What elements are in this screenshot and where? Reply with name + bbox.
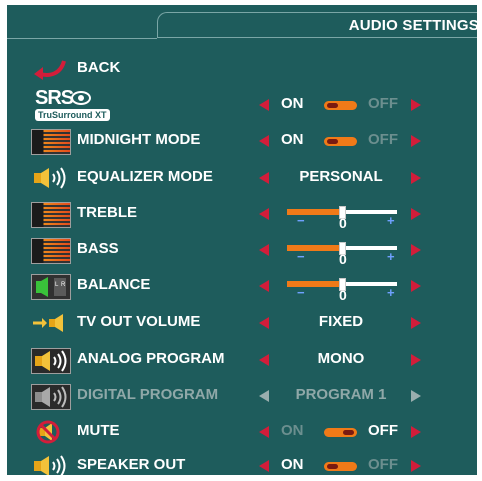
treble-slider[interactable]: − 0 + bbox=[287, 201, 402, 231]
srs-prev-arrow[interactable] bbox=[259, 99, 269, 111]
speaker-icon bbox=[34, 167, 66, 189]
balance-row[interactable]: L R BALANCE − 0 + bbox=[7, 271, 477, 303]
slider-fill bbox=[287, 245, 342, 251]
speaker-icon bbox=[31, 384, 71, 410]
digital-next-arrow bbox=[411, 390, 421, 402]
slider-fill bbox=[287, 209, 342, 215]
srs-next-arrow[interactable] bbox=[411, 99, 421, 111]
slider-plus: + bbox=[387, 249, 395, 264]
tv-out-volume-label: TV OUT VOLUME bbox=[77, 313, 201, 330]
mute-on[interactable]: ON bbox=[281, 422, 304, 439]
tv-out-next-arrow[interactable] bbox=[411, 317, 421, 329]
bass-prev-arrow[interactable] bbox=[259, 244, 269, 256]
mute-row[interactable]: MUTE ON OFF bbox=[7, 417, 477, 447]
bass-next-arrow[interactable] bbox=[411, 244, 421, 256]
mute-prev-arrow[interactable] bbox=[259, 426, 269, 438]
speaker-out-on[interactable]: ON bbox=[281, 456, 304, 473]
balance-next-arrow[interactable] bbox=[411, 280, 421, 292]
back-arrow-icon bbox=[34, 60, 66, 80]
equalizer-bars-icon bbox=[31, 202, 71, 228]
srs-off[interactable]: OFF bbox=[368, 95, 398, 112]
analog-program-row[interactable]: ANALOG PROGRAM MONO bbox=[7, 345, 477, 375]
page-title: AUDIO SETTINGS bbox=[348, 17, 477, 34]
equalizer-bars-icon bbox=[31, 238, 71, 264]
analog-program-value: MONO bbox=[317, 350, 365, 367]
speaker-out-row[interactable]: SPEAKER OUT ON OFF bbox=[7, 451, 477, 475]
back-label: BACK bbox=[77, 59, 121, 76]
speaker-out-label: SPEAKER OUT bbox=[77, 456, 186, 473]
slider-minus: − bbox=[297, 213, 305, 228]
midnight-mode-row[interactable]: MIDNIGHT MODE ON OFF bbox=[7, 126, 477, 156]
mute-speaker-icon bbox=[36, 420, 60, 444]
equalizer-next-arrow[interactable] bbox=[411, 172, 421, 184]
equalizer-bars-icon bbox=[31, 129, 71, 155]
treble-label: TREBLE bbox=[77, 204, 137, 221]
mute-label: MUTE bbox=[77, 422, 120, 439]
slider-minus: − bbox=[297, 285, 305, 300]
slider-fill bbox=[287, 281, 342, 287]
mute-off[interactable]: OFF bbox=[368, 422, 398, 439]
speaker-icon bbox=[31, 348, 71, 374]
analog-next-arrow[interactable] bbox=[411, 354, 421, 366]
srs-logo: SRS TruSurround XT bbox=[35, 87, 110, 125]
digital-program-value: PROGRAM 1 bbox=[295, 386, 387, 403]
speaker-out-next-arrow[interactable] bbox=[411, 460, 421, 472]
digital-prev-arrow bbox=[259, 390, 269, 402]
midnight-mode-label: MIDNIGHT MODE bbox=[77, 131, 201, 148]
midnight-prev-arrow[interactable] bbox=[259, 135, 269, 147]
header-tab: AUDIO SETTINGS bbox=[157, 12, 477, 38]
digital-program-row: DIGITAL PROGRAM PROGRAM 1 bbox=[7, 381, 477, 411]
balance-label: BALANCE bbox=[77, 276, 151, 293]
balance-slider[interactable]: − 0 + bbox=[287, 273, 402, 303]
speaker-out-toggle[interactable] bbox=[324, 462, 357, 471]
equalizer-prev-arrow[interactable] bbox=[259, 172, 269, 184]
midnight-on[interactable]: ON bbox=[281, 131, 304, 148]
mute-next-arrow[interactable] bbox=[411, 426, 421, 438]
tv-out-volume-row[interactable]: TV OUT VOLUME FIXED bbox=[7, 308, 477, 338]
bass-label: BASS bbox=[77, 240, 119, 257]
srs-on[interactable]: ON bbox=[281, 95, 304, 112]
digital-program-label: DIGITAL PROGRAM bbox=[77, 386, 219, 403]
header-divider bbox=[7, 38, 157, 39]
back-row[interactable]: BACK bbox=[7, 54, 477, 84]
slider-plus: + bbox=[387, 213, 395, 228]
balance-speakers-icon: L R bbox=[31, 274, 71, 300]
speaker-out-prev-arrow[interactable] bbox=[259, 460, 269, 472]
srs-badge: TruSurround XT bbox=[35, 109, 110, 121]
treble-prev-arrow[interactable] bbox=[259, 208, 269, 220]
srs-toggle[interactable] bbox=[324, 101, 357, 110]
equalizer-mode-row[interactable]: EQUALIZER MODE PERSONAL bbox=[7, 163, 477, 193]
equalizer-value: PERSONAL bbox=[299, 168, 383, 185]
analog-program-label: ANALOG PROGRAM bbox=[77, 350, 225, 367]
audio-settings-panel: AUDIO SETTINGS BACK SRS TruSurround XT O… bbox=[7, 5, 477, 475]
treble-row[interactable]: TREBLE − 0 + bbox=[7, 199, 477, 231]
slider-value: 0 bbox=[339, 287, 347, 303]
midnight-next-arrow[interactable] bbox=[411, 135, 421, 147]
speaker-icon bbox=[34, 455, 66, 475]
svg-text:R: R bbox=[61, 282, 66, 288]
midnight-toggle[interactable] bbox=[324, 137, 357, 146]
tv-out-speaker-icon bbox=[33, 314, 63, 332]
slider-minus: − bbox=[297, 249, 305, 264]
mute-toggle[interactable] bbox=[324, 428, 357, 437]
midnight-off[interactable]: OFF bbox=[368, 131, 398, 148]
equalizer-mode-label: EQUALIZER MODE bbox=[77, 168, 213, 185]
bass-row[interactable]: BASS − 0 + bbox=[7, 235, 477, 267]
bass-slider[interactable]: − 0 + bbox=[287, 237, 402, 267]
tv-out-volume-value: FIXED bbox=[318, 313, 364, 330]
slider-plus: + bbox=[387, 285, 395, 300]
balance-prev-arrow[interactable] bbox=[259, 280, 269, 292]
slider-value: 0 bbox=[339, 251, 347, 267]
speaker-out-off[interactable]: OFF bbox=[368, 456, 398, 473]
analog-prev-arrow[interactable] bbox=[259, 354, 269, 366]
treble-next-arrow[interactable] bbox=[411, 208, 421, 220]
srs-ring-icon bbox=[71, 91, 91, 105]
tv-out-prev-arrow[interactable] bbox=[259, 317, 269, 329]
srs-logo-text: SRS bbox=[35, 87, 74, 109]
srs-row[interactable]: SRS TruSurround XT ON OFF bbox=[7, 87, 477, 121]
slider-value: 0 bbox=[339, 215, 347, 231]
